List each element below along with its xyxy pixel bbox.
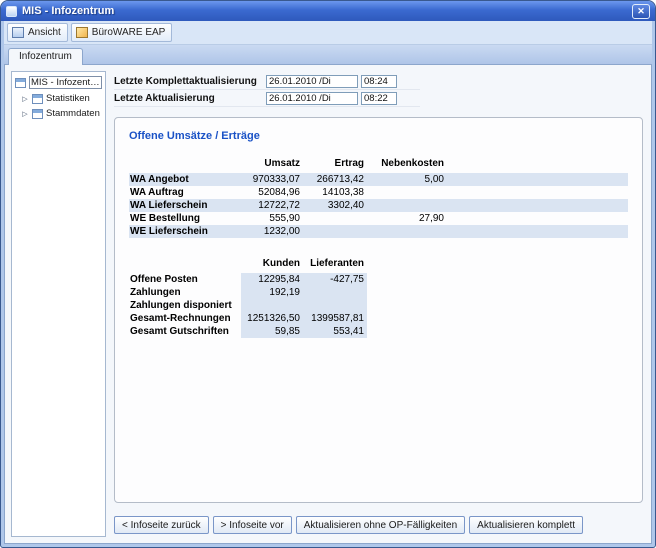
kunden-value: 192,19 <box>241 286 303 299</box>
date-field[interactable]: 26.01.2010 /Di <box>266 92 358 105</box>
row-label: WE Bestellung <box>129 212 241 225</box>
nebenkosten-value: 27,90 <box>367 212 447 225</box>
row-label: Offene Posten <box>129 273 241 286</box>
ertrag-value: 3302,40 <box>303 199 367 212</box>
accounts-table-header: Kunden Lieferanten <box>129 256 628 271</box>
table-row: Zahlungen disponiert <box>129 299 628 312</box>
row-label: WA Lieferschein <box>129 199 241 212</box>
stammdaten-node-icon <box>32 109 43 119</box>
update-info: Letzte Komplettaktualisierung 26.01.2010… <box>114 73 420 107</box>
kunden-header: Kunden <box>241 257 303 270</box>
infoseite-zurueck-button[interactable]: < Infoseite zurück <box>114 516 209 534</box>
kunden-value: 12295,84 <box>241 273 303 286</box>
table-row: Gesamt-Rechnungen 1251326,50 1399587,81 <box>129 312 628 325</box>
kunden-value: 59,85 <box>241 325 303 338</box>
umsatz-value: 1232,00 <box>241 225 303 238</box>
umsatz-value: 52084,96 <box>241 186 303 199</box>
kunden-value <box>241 299 303 312</box>
ansicht-button-label: Ansicht <box>28 27 61 38</box>
update-row: Letzte Aktualisierung 26.01.2010 /Di 08:… <box>114 90 420 107</box>
nebenkosten-value: 5,00 <box>367 173 447 186</box>
row-label: Gesamt Gutschriften <box>129 325 241 338</box>
bueroware-eap-button[interactable]: BüroWARE EAP <box>71 23 173 42</box>
app-icon <box>6 6 17 17</box>
aktualisieren-komplett-button[interactable]: Aktualisieren komplett <box>469 516 583 534</box>
bueroware-eap-icon <box>76 27 88 38</box>
table-row: Offene Posten 12295,84 -427,75 <box>129 273 628 286</box>
table-row: Zahlungen 192,19 <box>129 286 628 299</box>
accounts-table: Kunden Lieferanten Offene Posten 12295,8… <box>129 256 628 338</box>
tree-item-label: Stammdaten <box>46 108 100 119</box>
infoseite-vor-button[interactable]: > Infoseite vor <box>213 516 292 534</box>
lieferanten-value: 553,41 <box>303 325 367 338</box>
ertrag-value: 266713,42 <box>303 173 367 186</box>
nebenkosten-header: Nebenkosten <box>367 157 447 170</box>
row-label: Zahlungen <box>129 286 241 299</box>
umsatz-header: Umsatz <box>241 157 303 170</box>
tree-item-label: Statistiken <box>46 93 90 104</box>
lieferanten-value <box>303 299 367 312</box>
row-label: WA Auftrag <box>129 186 241 199</box>
panel-title: Offene Umsätze / Erträge <box>129 130 628 142</box>
window-frame: Ansicht BüroWARE EAP Infozentrum MIS - I… <box>4 21 652 544</box>
row-label: Gesamt-Rechnungen <box>129 312 241 325</box>
sales-table-body: WA Angebot 970333,07 266713,42 5,00 WA A… <box>129 173 628 238</box>
update-row: Letzte Komplettaktualisierung 26.01.2010… <box>114 73 420 90</box>
table-row: WA Angebot 970333,07 266713,42 5,00 <box>129 173 628 186</box>
expand-arrow-icon[interactable]: ▷ <box>21 95 29 103</box>
content-area: Letzte Komplettaktualisierung 26.01.2010… <box>112 71 645 537</box>
umsatz-value: 12722,72 <box>241 199 303 212</box>
tree-item-stammdaten[interactable]: ▷ Stammdaten <box>14 107 103 120</box>
table-row: WA Auftrag 52084,96 14103,38 <box>129 186 628 199</box>
title-bar: MIS - Infozentrum ✕ <box>1 1 655 21</box>
expand-arrow-icon[interactable]: ▷ <box>21 110 29 118</box>
ansicht-button[interactable]: Ansicht <box>7 23 68 42</box>
umsatz-value: 555,90 <box>241 212 303 225</box>
aktualisieren-ohne-op-button[interactable]: Aktualisieren ohne OP-Fälligkeiten <box>296 516 465 534</box>
table-row: Gesamt Gutschriften 59,85 553,41 <box>129 325 628 338</box>
table-row: WA Lieferschein 12722,72 3302,40 <box>129 199 628 212</box>
row-label: WA Angebot <box>129 173 241 186</box>
row-label: WE Lieferschein <box>129 225 241 238</box>
time-field[interactable]: 08:22 <box>361 92 397 105</box>
workspace: MIS - Infozentrum ▷ Statistiken ▷ Stammd… <box>4 64 652 544</box>
update-label: Letzte Aktualisierung <box>114 93 266 104</box>
tree-item-label: MIS - Infozentrum <box>29 76 102 89</box>
toolbar: Ansicht BüroWARE EAP <box>4 21 652 45</box>
infocenter-node-icon <box>15 78 26 88</box>
table-row: WE Lieferschein 1232,00 <box>129 225 628 238</box>
date-field[interactable]: 26.01.2010 /Di <box>266 75 358 88</box>
navigation-tree: MIS - Infozentrum ▷ Statistiken ▷ Stammd… <box>11 71 106 537</box>
app-window: MIS - Infozentrum ✕ Ansicht BüroWARE EAP… <box>0 0 656 548</box>
sales-table-header: Umsatz Ertrag Nebenkosten <box>129 156 628 171</box>
info-panel: Offene Umsätze / Erträge Umsatz Ertrag N… <box>114 117 643 503</box>
umsatz-value: 970333,07 <box>241 173 303 186</box>
footer-buttons: < Infoseite zurück > Infoseite vor Aktua… <box>114 516 643 534</box>
tree-item-mis-infozentrum[interactable]: MIS - Infozentrum <box>14 75 103 90</box>
table-row: WE Bestellung 555,90 27,90 <box>129 212 628 225</box>
lieferanten-header: Lieferanten <box>303 257 367 270</box>
sales-table: Umsatz Ertrag Nebenkosten WA Angebot 970… <box>129 156 628 238</box>
tree-item-statistiken[interactable]: ▷ Statistiken <box>14 92 103 105</box>
view-icon <box>12 27 24 38</box>
lieferanten-value <box>303 286 367 299</box>
ertrag-value: 14103,38 <box>303 186 367 199</box>
window-title: MIS - Infozentrum <box>22 5 627 17</box>
ertrag-header: Ertrag <box>303 157 367 170</box>
tab-infozentrum[interactable]: Infozentrum <box>8 48 83 65</box>
statistiken-node-icon <box>32 94 43 104</box>
kunden-value: 1251326,50 <box>241 312 303 325</box>
tab-strip: Infozentrum <box>4 45 652 64</box>
bueroware-eap-button-label: BüroWARE EAP <box>92 27 166 38</box>
lieferanten-value: -427,75 <box>303 273 367 286</box>
close-icon[interactable]: ✕ <box>632 4 650 19</box>
accounts-table-body: Offene Posten 12295,84 -427,75 Zahlungen… <box>129 273 628 338</box>
time-field[interactable]: 08:24 <box>361 75 397 88</box>
lieferanten-value: 1399587,81 <box>303 312 367 325</box>
row-label: Zahlungen disponiert <box>129 299 241 312</box>
update-label: Letzte Komplettaktualisierung <box>114 76 266 87</box>
